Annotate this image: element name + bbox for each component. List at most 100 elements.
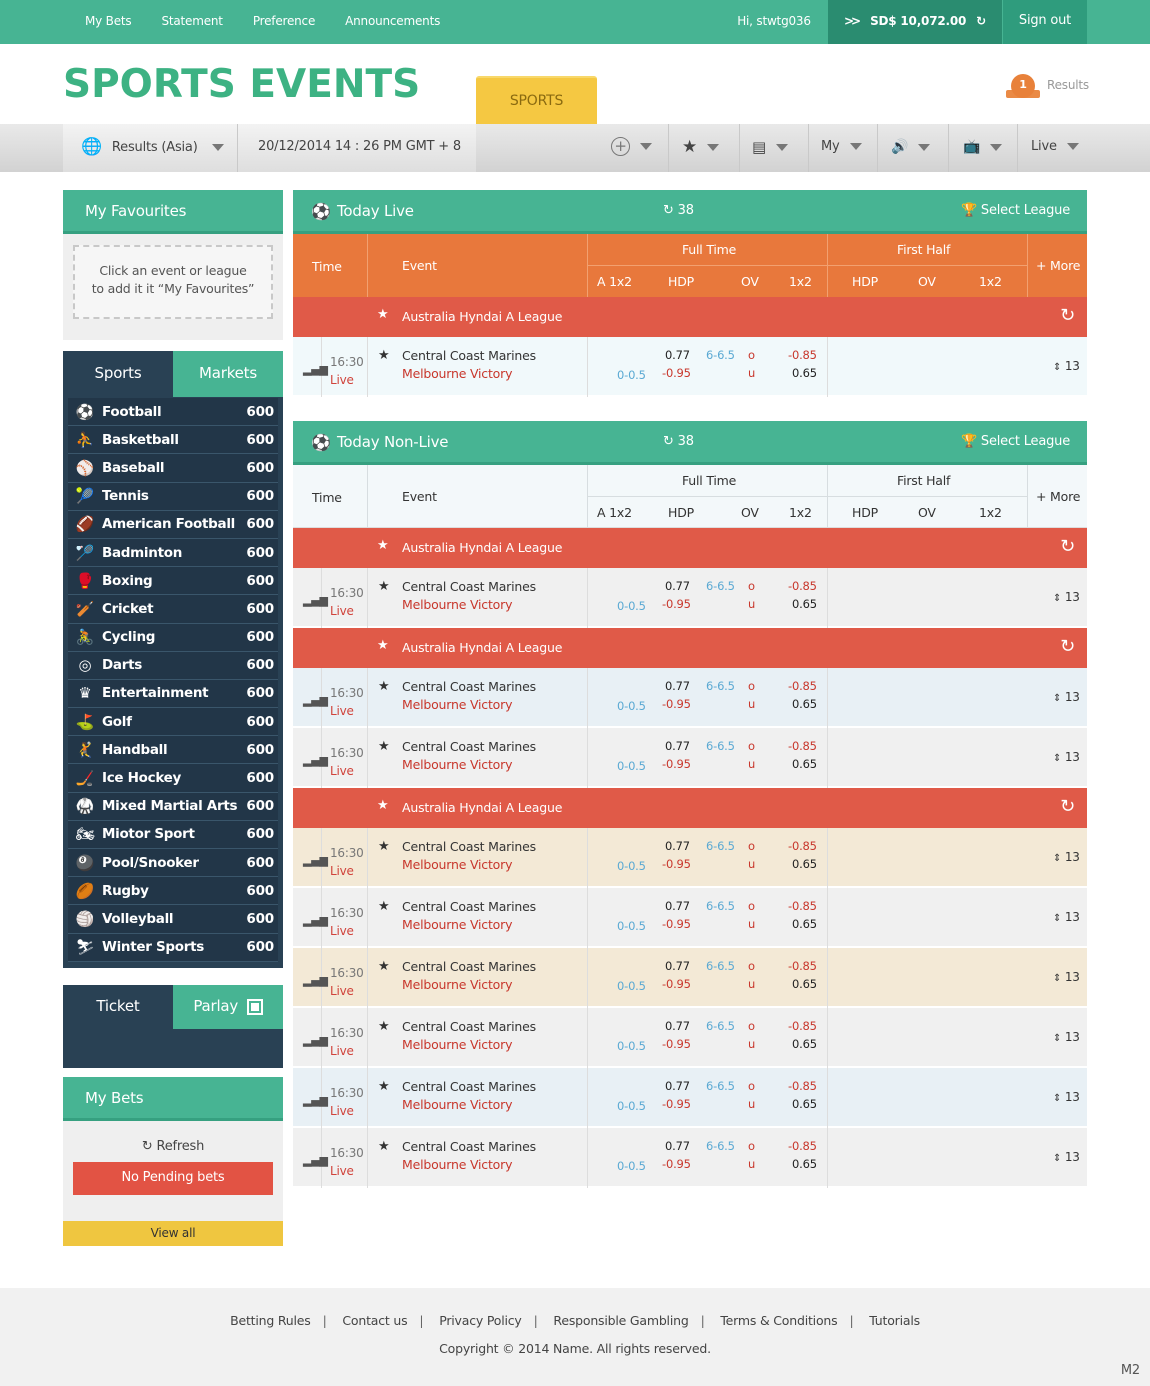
match-row[interactable]: ▂▄▆ 16:30 Live ★ Central Coast Marines Melbou…	[293, 1068, 1087, 1128]
away-team[interactable]: Melbourne Victory	[402, 597, 512, 612]
odds-hdp-away[interactable]: -0.95	[662, 1097, 691, 1111]
nav-preference[interactable]: Preference	[238, 0, 330, 44]
odds-1x2-bottom[interactable]: 0.65	[792, 857, 817, 871]
star-icon[interactable]: ★	[377, 638, 389, 653]
more-markets[interactable]: ⇕ 13	[1053, 359, 1080, 373]
odds-hdp-home[interactable]: 0.77	[665, 679, 690, 693]
odds-hdp-home[interactable]: 0.77	[665, 1079, 690, 1093]
odds-over[interactable]: o	[748, 839, 755, 853]
odds-hdp-home[interactable]: 0.77	[665, 579, 690, 593]
odds-under[interactable]: u	[748, 1037, 755, 1051]
refresh-icon[interactable]: ↻	[1060, 536, 1075, 557]
match-row[interactable]: ▂▄▆ 16:30 Live ★ Central Coast Marines Melbou…	[293, 1128, 1087, 1188]
footer-link-responsible-gambling[interactable]: Responsible Gambling	[553, 1313, 688, 1328]
home-team[interactable]: Central Coast Marines	[402, 348, 536, 363]
sign-out-button[interactable]: Sign out	[1003, 0, 1087, 44]
home-team[interactable]: Central Coast Marines	[402, 739, 536, 754]
tab-parlay[interactable]: Parlay	[173, 985, 283, 1029]
odds-hdp-away[interactable]: -0.95	[662, 917, 691, 931]
odds-1x2-top[interactable]: -0.85	[788, 679, 817, 693]
odds-under[interactable]: u	[748, 917, 755, 931]
star-icon[interactable]: ★	[378, 1079, 390, 1094]
odds-hdp-away[interactable]: -0.95	[662, 597, 691, 611]
odds-under[interactable]: u	[748, 1157, 755, 1171]
match-row[interactable]: ▂▄▆ 16:30 Live ★ Central Coast Marines Melbou…	[293, 888, 1087, 948]
more-markets[interactable]: ⇕ 13	[1053, 750, 1080, 764]
star-icon[interactable]: ★	[378, 679, 390, 694]
tab-ticket[interactable]: Ticket	[63, 985, 173, 1029]
odds-hdp-home[interactable]: 0.77	[665, 348, 690, 362]
odds-hdp-away[interactable]: -0.95	[662, 1037, 691, 1051]
home-team[interactable]: Central Coast Marines	[402, 839, 536, 854]
sport-item[interactable]: ⚾ Baseball 600	[68, 454, 278, 483]
league-header[interactable]: ★ Australia Hyndai A League ↻	[293, 528, 1087, 568]
home-team[interactable]: Central Coast Marines	[402, 899, 536, 914]
sport-item[interactable]: 🥋 Mixed Martial Arts 600	[68, 792, 278, 821]
odds-under[interactable]: u	[748, 697, 755, 711]
star-icon[interactable]: ★	[378, 739, 390, 754]
footer-link-contact[interactable]: Contact us	[342, 1313, 407, 1328]
odds-1x2-bottom[interactable]: 0.65	[792, 1157, 817, 1171]
footer-link-privacy[interactable]: Privacy Policy	[439, 1313, 522, 1328]
odds-hdp-home[interactable]: 0.77	[665, 1019, 690, 1033]
select-league-button[interactable]: 🏆 Select League	[961, 421, 1070, 463]
sport-item[interactable]: ⛳ Golf 600	[68, 708, 278, 737]
nav-announcements[interactable]: Announcements	[330, 0, 455, 44]
sport-item[interactable]: 🏈 American Football 600	[68, 510, 278, 539]
odds-under[interactable]: u	[748, 597, 755, 611]
nav-statement[interactable]: Statement	[146, 0, 237, 44]
more-markets[interactable]: ⇕ 13	[1053, 1150, 1080, 1164]
sport-item[interactable]: ⛷ Winter Sports 600	[68, 933, 278, 962]
sport-item[interactable]: 🥊 Boxing 600	[68, 567, 278, 596]
odds-hdp-home[interactable]: 0.77	[665, 959, 690, 973]
away-team[interactable]: Melbourne Victory	[402, 697, 512, 712]
star-icon[interactable]: ★	[378, 839, 390, 854]
home-team[interactable]: Central Coast Marines	[402, 1019, 536, 1034]
sport-item[interactable]: 🏉 Rugby 600	[68, 877, 278, 906]
away-team[interactable]: Melbourne Victory	[402, 757, 512, 772]
home-team[interactable]: Central Coast Marines	[402, 1139, 536, 1154]
odds-over[interactable]: o	[748, 959, 755, 973]
odds-1x2-top[interactable]: -0.85	[788, 959, 817, 973]
event-count[interactable]: ↻ 38	[663, 190, 694, 232]
odds-under[interactable]: u	[748, 977, 755, 991]
odds-under[interactable]: u	[748, 857, 755, 871]
nav-my-bets[interactable]: My Bets	[70, 0, 146, 44]
odds-1x2-top[interactable]: -0.85	[788, 1079, 817, 1093]
odds-over[interactable]: o	[748, 348, 755, 362]
sport-item[interactable]: 🏏 Cricket 600	[68, 595, 278, 624]
footer-link-tutorials[interactable]: Tutorials	[869, 1313, 920, 1328]
more-markets[interactable]: ⇕ 13	[1053, 910, 1080, 924]
refresh-button[interactable]: ↻ Refresh	[63, 1139, 283, 1154]
odds-1x2-top[interactable]: -0.85	[788, 739, 817, 753]
odds-hdp-home[interactable]: 0.77	[665, 899, 690, 913]
sport-item[interactable]: 🚴 Cycling 600	[68, 623, 278, 652]
odds-over[interactable]: o	[748, 1019, 755, 1033]
sport-item[interactable]: 🏒 Ice Hockey 600	[68, 764, 278, 793]
match-row[interactable]: ▂▄▆ 16:30 Live ★ Central Coast Marines Melbou…	[293, 337, 1087, 397]
col-more[interactable]: + More	[1036, 258, 1080, 273]
sound-button[interactable]: 🔊	[878, 124, 948, 172]
sport-item[interactable]: ◎ Darts 600	[68, 651, 278, 680]
checkbox-icon[interactable]	[246, 998, 263, 1015]
tv-button[interactable]: 📺	[949, 124, 1017, 172]
odds-1x2-top[interactable]: -0.85	[788, 579, 817, 593]
add-filter-button[interactable]: +	[598, 124, 668, 172]
star-icon[interactable]: ★	[378, 348, 390, 363]
match-row[interactable]: ▂▄▆ 16:30 Live ★ Central Coast Marines Melbou…	[293, 728, 1087, 788]
star-icon[interactable]: ★	[378, 579, 390, 594]
odds-under[interactable]: u	[748, 366, 755, 380]
more-markets[interactable]: ⇕ 13	[1053, 1030, 1080, 1044]
sport-item[interactable]: ♛ Entertainment 600	[68, 679, 278, 709]
odds-hdp-home[interactable]: 0.77	[665, 839, 690, 853]
footer-link-betting-rules[interactable]: Betting Rules	[230, 1313, 311, 1328]
odds-hdp-away[interactable]: -0.95	[662, 1157, 691, 1171]
more-markets[interactable]: ⇕ 13	[1053, 850, 1080, 864]
refresh-icon[interactable]: ↻	[1060, 636, 1075, 657]
odds-1x2-top[interactable]: -0.85	[788, 1139, 817, 1153]
odds-hdp-away[interactable]: -0.95	[662, 977, 691, 991]
more-markets[interactable]: ⇕ 13	[1053, 1090, 1080, 1104]
tab-sports[interactable]: SPORTS	[476, 76, 597, 124]
tab-markets[interactable]: Markets	[173, 351, 283, 397]
odds-over[interactable]: o	[748, 679, 755, 693]
